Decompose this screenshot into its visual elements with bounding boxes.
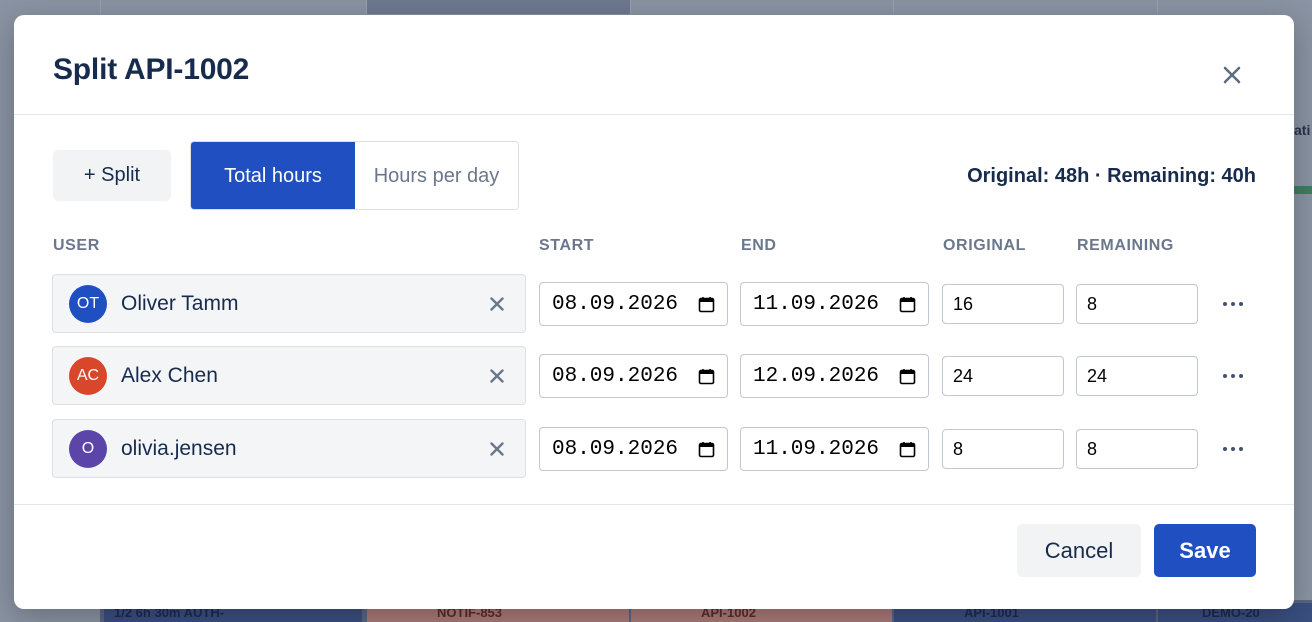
close-icon [490,368,504,383]
user-select[interactable]: OT Oliver Tamm [52,274,526,333]
background-progress-bar [1294,186,1312,194]
remaining-hours-input[interactable] [1076,429,1198,469]
user-select[interactable]: O olivia.jensen [52,419,526,478]
start-date-value: 08.09.2026 [552,292,679,316]
original-hours-input[interactable] [942,356,1064,396]
user-select[interactable]: AC Alex Chen [52,346,526,405]
user-name: Alex Chen [121,363,218,387]
calendar-icon[interactable] [899,441,916,458]
end-date-value: 12.09.2026 [753,364,880,388]
start-date-input[interactable]: 08.09.2026 [539,427,728,471]
mode-hours-per-day[interactable]: Hours per day [355,142,518,209]
remaining-hours-input[interactable] [1076,284,1198,324]
close-icon [1223,66,1241,84]
column-header-user: USER [53,237,100,254]
calendar-icon[interactable] [899,296,916,313]
user-name: olivia.jensen [121,436,237,460]
end-date-value: 11.09.2026 [753,437,880,461]
clear-user-button[interactable] [483,290,511,318]
save-button[interactable]: Save [1154,524,1256,577]
start-date-input[interactable]: 08.09.2026 [539,282,728,326]
column-header-end: END [741,237,777,254]
more-horizontal-icon [1223,374,1243,378]
original-hours-input[interactable] [942,429,1064,469]
close-button[interactable] [1216,59,1248,91]
background-text-fragment: ati [1294,122,1311,138]
start-date-value: 08.09.2026 [552,437,679,461]
row-more-button[interactable] [1216,289,1250,319]
column-header-remaining: REMAINING [1077,237,1174,254]
split-dialog: Split API-1002 + Split Total hours Hours… [14,15,1294,609]
close-icon [490,296,504,311]
avatar: AC [69,356,107,395]
more-horizontal-icon [1223,302,1243,306]
calendar-icon[interactable] [698,368,715,385]
column-header-start: START [539,237,595,254]
end-date-value: 11.09.2026 [753,292,880,316]
end-date-input[interactable]: 12.09.2026 [740,354,929,398]
background-column-highlight [366,0,630,14]
row-more-button[interactable] [1216,361,1250,391]
column-header-original: ORIGINAL [943,237,1027,254]
row-more-button[interactable] [1216,434,1250,464]
clear-user-button[interactable] [483,362,511,390]
start-date-input[interactable]: 08.09.2026 [539,354,728,398]
more-horizontal-icon [1223,447,1243,451]
hours-summary: Original: 48h · Remaining: 40h [967,165,1256,187]
clear-user-button[interactable] [483,435,511,463]
avatar: OT [69,284,107,323]
avatar: O [69,429,107,468]
dialog-title: Split API-1002 [53,53,250,86]
start-date-value: 08.09.2026 [552,364,679,388]
calendar-icon[interactable] [698,296,715,313]
user-name: Oliver Tamm [121,291,239,315]
hours-mode-toggle: Total hours Hours per day [190,141,519,210]
end-date-input[interactable]: 11.09.2026 [740,282,929,326]
end-date-input[interactable]: 11.09.2026 [740,427,929,471]
close-icon [490,441,504,456]
remaining-hours-input[interactable] [1076,356,1198,396]
calendar-icon[interactable] [698,441,715,458]
mode-total-hours[interactable]: Total hours [191,142,355,209]
original-hours-input[interactable] [942,284,1064,324]
calendar-icon[interactable] [899,368,916,385]
add-split-button[interactable]: + Split [53,150,171,201]
cancel-button[interactable]: Cancel [1017,524,1141,577]
